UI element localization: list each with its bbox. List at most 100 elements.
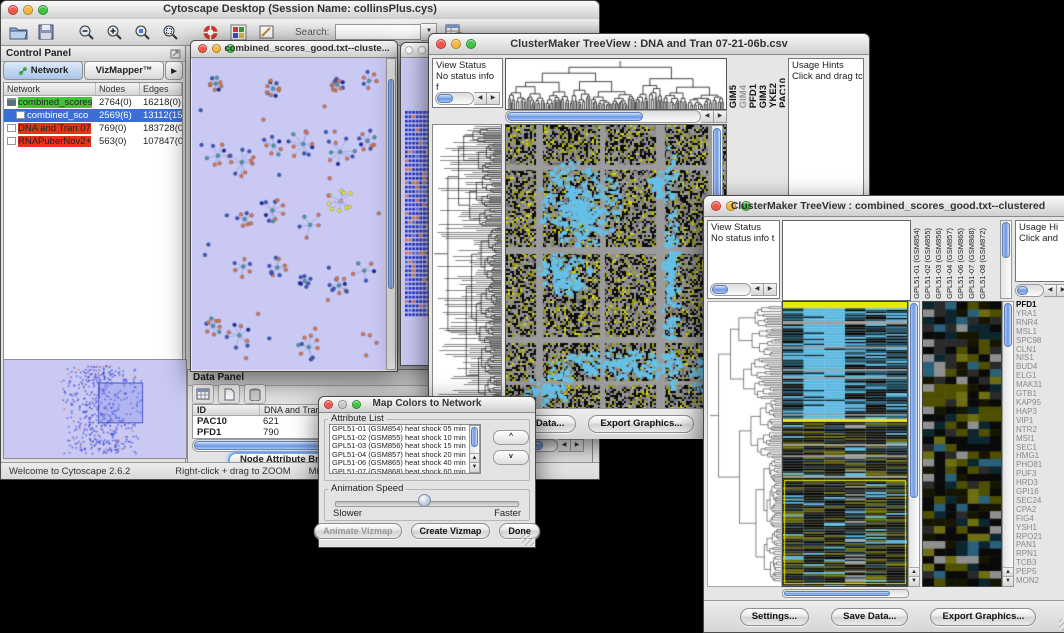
scroll-left-icon[interactable]: ◀ — [558, 439, 571, 452]
dialog-titlebar[interactable]: Map Colors to Network — [319, 397, 535, 413]
scroll-track[interactable] — [710, 283, 751, 296]
column-label[interactable]: GPL51-01 (GSM854) — [912, 228, 922, 299]
column-label[interactable]: GPL51-07 (GSM868) — [967, 228, 977, 299]
scroll-down-icon[interactable]: ▼ — [1003, 576, 1013, 586]
global-heatmap-canvas[interactable] — [782, 301, 908, 587]
animate-vizmap-button[interactable]: Animate Vizmap — [314, 523, 401, 539]
treeview1-action-button[interactable]: Export Graphics... — [588, 415, 694, 433]
move-up-button[interactable]: ^ — [493, 430, 529, 445]
col-edges[interactable]: Edges — [140, 83, 182, 95]
attribute-list-vscrollbar[interactable]: ▲ ▼ — [469, 425, 480, 473]
network-row[interactable]: combined_sco 2569(6) 13112(15) — [4, 109, 182, 122]
column-dendrogram-area[interactable] — [782, 220, 911, 301]
scroll-thumb[interactable] — [471, 427, 478, 447]
heatmap-hscrollbar[interactable] — [782, 589, 909, 598]
status-hscrollbar[interactable]: ◀ ▶ — [710, 283, 777, 296]
scroll-thumb[interactable] — [437, 94, 453, 103]
network-row[interactable]: RNAPuberNov2+ 563(0) 107847(0) — [4, 135, 182, 148]
column-label[interactable]: PAC10 — [779, 78, 785, 108]
zoom-fit-icon[interactable] — [159, 22, 181, 43]
scroll-right-icon[interactable]: ▶ — [1057, 284, 1064, 297]
treeview2-action-button[interactable]: Save Data... — [831, 608, 908, 626]
scroll-track[interactable] — [782, 589, 909, 598]
resize-grip[interactable] — [1059, 619, 1064, 631]
treeview2-action-button[interactable]: Settings... — [740, 608, 809, 626]
save-icon[interactable] — [35, 22, 57, 43]
column-label[interactable]: GPL51-06 (GSM865) — [956, 228, 966, 299]
column-label[interactable]: GIM5 — [729, 85, 738, 108]
col-network[interactable]: Network — [4, 83, 96, 95]
new-attribute-icon[interactable] — [218, 384, 240, 404]
scroll-track[interactable] — [435, 92, 474, 105]
scroll-down-icon[interactable]: ▼ — [909, 576, 919, 586]
scroll-thumb[interactable] — [388, 79, 394, 289]
attribute-list-item[interactable]: GPL51-07 (GSM868) heat shock 60 min — [332, 468, 480, 474]
column-label[interactable]: PFD1 — [749, 84, 758, 108]
close-icon[interactable] — [405, 46, 413, 54]
heatmap-hscrollbar[interactable]: ◀ ▶ — [505, 110, 727, 123]
column-label[interactable]: YKE2 — [769, 83, 778, 108]
birdseye-view[interactable] — [3, 359, 187, 459]
column-dendrogram-canvas[interactable] — [505, 58, 727, 110]
status-hscrollbar[interactable]: ◀ ▶ — [435, 92, 500, 105]
genelist-vscrollbar[interactable]: ▲ ▼ — [1002, 301, 1014, 587]
scroll-thumb[interactable] — [507, 112, 643, 121]
scroll-right-icon[interactable]: ▶ — [714, 110, 727, 123]
search-input[interactable] — [335, 24, 421, 40]
gene-label[interactable]: MON2 — [1016, 577, 1064, 586]
open-folder-icon[interactable] — [7, 22, 29, 43]
network-canvas[interactable] — [192, 58, 386, 370]
scroll-thumb[interactable] — [910, 303, 918, 498]
col-nodes[interactable]: Nodes — [96, 83, 140, 95]
row-dendrogram-canvas[interactable] — [432, 124, 502, 410]
network-vscrollbar[interactable] — [386, 58, 396, 370]
scroll-right-icon[interactable]: ▶ — [487, 92, 500, 105]
zoom-selected-icon[interactable] — [131, 22, 153, 43]
zoom-out-icon[interactable] — [75, 22, 97, 43]
heatmap-vscrollbar[interactable]: ▲ ▼ — [908, 301, 920, 587]
global-heatmap-canvas[interactable] — [505, 124, 727, 410]
zoom-in-icon[interactable] — [103, 22, 125, 43]
column-label[interactable]: GPL51-03 (GSM856) — [934, 228, 944, 299]
treeview1-titlebar[interactable]: ClusterMaker TreeView : DNA and Tran 07-… — [429, 34, 869, 55]
delete-attribute-icon[interactable] — [244, 384, 266, 404]
scroll-thumb[interactable] — [784, 591, 890, 596]
attribute-list[interactable]: GPL51-01 (GSM854) heat shock 05 minGPL51… — [329, 424, 481, 474]
scroll-left-icon[interactable]: ◀ — [751, 283, 764, 296]
move-down-button[interactable]: v — [493, 450, 529, 465]
scroll-thumb[interactable] — [1004, 303, 1012, 347]
col-id[interactable]: ID — [193, 405, 260, 415]
network-row[interactable]: combined_scores 2764(0) 16218(0) — [4, 96, 182, 109]
resize-grip[interactable] — [522, 534, 534, 546]
usage-hscrollbar[interactable]: ◀ ▶ — [1015, 284, 1064, 297]
scroll-left-icon[interactable]: ◀ — [1044, 284, 1057, 297]
zoom-heatmap-canvas[interactable] — [922, 301, 1002, 587]
scroll-left-icon[interactable]: ◀ — [701, 110, 714, 123]
scroll-track[interactable] — [1015, 284, 1044, 297]
column-label[interactable]: GPL51-08 (GSM872) — [978, 228, 988, 299]
scroll-thumb[interactable] — [712, 285, 728, 294]
tab-overflow-arrow[interactable]: ▶ — [165, 61, 183, 80]
select-attributes-icon[interactable] — [192, 384, 214, 404]
minimize-icon[interactable] — [212, 44, 221, 53]
minimize-icon[interactable] — [418, 46, 426, 54]
column-label[interactable]: GIM4 — [739, 85, 748, 108]
scroll-down-icon[interactable]: ▼ — [470, 462, 479, 472]
network-view-titlebar[interactable]: combined_scores_good.txt--cluste... — [191, 41, 397, 58]
scroll-thumb[interactable] — [1017, 286, 1028, 295]
treeview2-titlebar[interactable]: ClusterMaker TreeView : combined_scores_… — [704, 196, 1064, 217]
column-label[interactable]: GPL51-04 (GSM857) — [945, 228, 955, 299]
column-label[interactable]: GPL51-02 (GSM855) — [923, 228, 933, 299]
treeview2-action-button[interactable]: Export Graphics... — [930, 608, 1036, 626]
main-titlebar[interactable]: Cytoscape Desktop (Session Name: collins… — [1, 1, 599, 20]
scroll-thumb[interactable] — [1002, 222, 1010, 258]
tab-vizmapper[interactable]: VizMapper™ — [84, 61, 164, 80]
labels-vscrollbar[interactable] — [1000, 220, 1012, 299]
row-dendrogram-canvas[interactable] — [707, 301, 782, 587]
create-vizmap-button[interactable]: Create Vizmap — [411, 523, 491, 539]
tab-network[interactable]: Network — [3, 61, 83, 80]
column-label[interactable]: GIM3 — [759, 85, 768, 108]
network-row[interactable]: DNA and Tran 07 769(0) 183728(0) — [4, 122, 182, 135]
scroll-right-icon[interactable]: ▶ — [764, 283, 777, 296]
scroll-track[interactable] — [505, 110, 701, 123]
